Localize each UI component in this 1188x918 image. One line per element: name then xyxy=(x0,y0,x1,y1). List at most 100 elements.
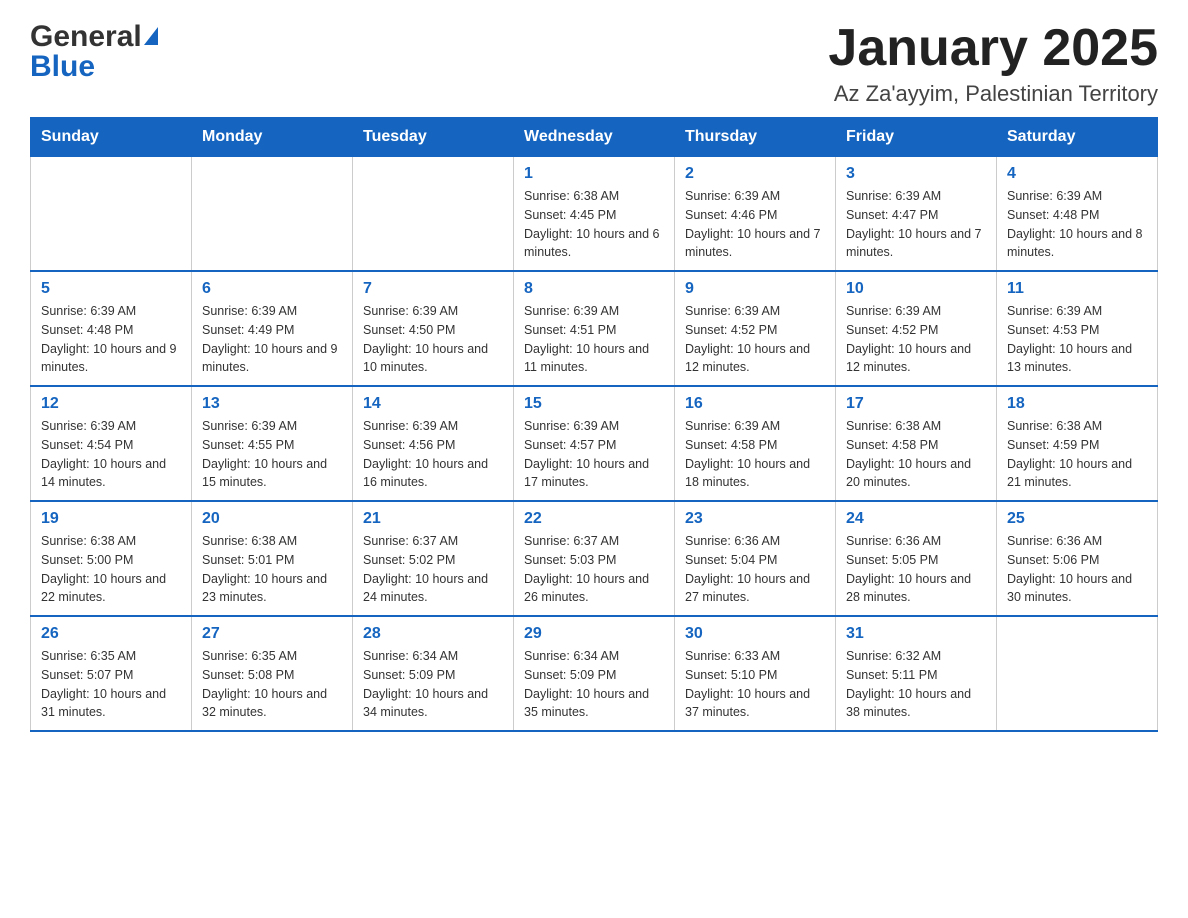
calendar-table: SundayMondayTuesdayWednesdayThursdayFrid… xyxy=(30,117,1158,732)
day-number: 13 xyxy=(202,395,342,413)
calendar-cell: 26 Sunrise: 6:35 AMSunset: 5:07 PMDayligh… xyxy=(31,616,192,731)
calendar-cell: 16Sunrise: 6:39 AMSunset: 4:58 PMDayligh… xyxy=(675,386,836,501)
calendar-cell: 17Sunrise: 6:38 AMSunset: 4:58 PMDayligh… xyxy=(836,386,997,501)
day-info: Sunrise: 6:39 AMSunset: 4:54 PMDaylight:… xyxy=(41,417,181,492)
header-row: SundayMondayTuesdayWednesdayThursdayFrid… xyxy=(31,118,1158,157)
calendar-cell: 11 Sunrise: 6:39 AMSunset: 4:53 PMDayligh… xyxy=(997,271,1158,386)
day-info: Sunrise: 6:38 AMSunset: 4:45 PMDaylight:… xyxy=(524,187,664,262)
calendar-cell: 4 Sunrise: 6:39 AMSunset: 4:48 PMDaylight… xyxy=(997,157,1158,272)
day-number: 23 xyxy=(685,510,825,528)
calendar-cell: 29 Sunrise: 6:34 AMSunset: 5:09 PMDayligh… xyxy=(514,616,675,731)
day-info: Sunrise: 6:39 AMSunset: 4:52 PMDaylight:… xyxy=(846,302,986,377)
day-info: Sunrise: 6:38 AMSunset: 4:58 PMDaylight:… xyxy=(846,417,986,492)
week-row-2: 5 Sunrise: 6:39 AMSunset: 4:48 PMDaylight… xyxy=(31,271,1158,386)
day-info: Sunrise: 6:37 AMSunset: 5:03 PMDaylight:… xyxy=(524,532,664,607)
calendar-cell: 13 Sunrise: 6:39 AMSunset: 4:55 PMDayligh… xyxy=(192,386,353,501)
day-number: 25 xyxy=(1007,510,1147,528)
day-number: 10 xyxy=(846,280,986,298)
header-cell-sunday: Sunday xyxy=(31,118,192,157)
day-number: 12 xyxy=(41,395,181,413)
day-number: 7 xyxy=(363,280,503,298)
day-info: Sunrise: 6:32 AMSunset: 5:11 PMDaylight:… xyxy=(846,647,986,722)
day-info: Sunrise: 6:38 AMSunset: 4:59 PMDaylight:… xyxy=(1007,417,1147,492)
day-info: Sunrise: 6:39 AMSunset: 4:53 PMDaylight:… xyxy=(1007,302,1147,377)
day-number: 16 xyxy=(685,395,825,413)
calendar-cell: 22 Sunrise: 6:37 AMSunset: 5:03 PMDayligh… xyxy=(514,501,675,616)
calendar-cell: 10 Sunrise: 6:39 AMSunset: 4:52 PMDayligh… xyxy=(836,271,997,386)
calendar-cell: 6Sunrise: 6:39 AMSunset: 4:49 PMDaylight… xyxy=(192,271,353,386)
calendar-cell: 2 Sunrise: 6:39 AMSunset: 4:46 PMDaylight… xyxy=(675,157,836,272)
calendar-cell: 7 Sunrise: 6:39 AMSunset: 4:50 PMDaylight… xyxy=(353,271,514,386)
month-title: January 2025 xyxy=(828,20,1158,77)
day-info: Sunrise: 6:39 AMSunset: 4:56 PMDaylight:… xyxy=(363,417,503,492)
day-number: 31 xyxy=(846,625,986,643)
day-number: 9 xyxy=(685,280,825,298)
calendar-cell: 23 Sunrise: 6:36 AMSunset: 5:04 PMDayligh… xyxy=(675,501,836,616)
calendar-cell: 24 Sunrise: 6:36 AMSunset: 5:05 PMDayligh… xyxy=(836,501,997,616)
day-info: Sunrise: 6:39 AMSunset: 4:47 PMDaylight:… xyxy=(846,187,986,262)
calendar-cell: 9Sunrise: 6:39 AMSunset: 4:52 PMDaylight… xyxy=(675,271,836,386)
day-info: Sunrise: 6:39 AMSunset: 4:48 PMDaylight:… xyxy=(41,302,181,377)
week-row-5: 26 Sunrise: 6:35 AMSunset: 5:07 PMDayligh… xyxy=(31,616,1158,731)
location-text: Az Za'ayyim, Palestinian Territory xyxy=(828,81,1158,107)
calendar-cell: 5 Sunrise: 6:39 AMSunset: 4:48 PMDaylight… xyxy=(31,271,192,386)
day-number: 26 xyxy=(41,625,181,643)
day-info: Sunrise: 6:34 AMSunset: 5:09 PMDaylight:… xyxy=(363,647,503,722)
day-number: 20 xyxy=(202,510,342,528)
day-number: 4 xyxy=(1007,165,1147,183)
day-info: Sunrise: 6:39 AMSunset: 4:49 PMDaylight:… xyxy=(202,302,342,377)
day-number: 1 xyxy=(524,165,664,183)
day-number: 19 xyxy=(41,510,181,528)
day-number: 11 xyxy=(1007,280,1147,298)
day-number: 30 xyxy=(685,625,825,643)
day-number: 18 xyxy=(1007,395,1147,413)
logo-general-text: General xyxy=(30,20,142,54)
calendar-cell: 28Sunrise: 6:34 AMSunset: 5:09 PMDayligh… xyxy=(353,616,514,731)
day-info: Sunrise: 6:39 AMSunset: 4:46 PMDaylight:… xyxy=(685,187,825,262)
day-number: 14 xyxy=(363,395,503,413)
header-cell-friday: Friday xyxy=(836,118,997,157)
page-header: General Blue January 2025 Az Za'ayyim, P… xyxy=(30,20,1158,107)
calendar-cell: 25 Sunrise: 6:36 AMSunset: 5:06 PMDayligh… xyxy=(997,501,1158,616)
calendar-cell: 15 Sunrise: 6:39 AMSunset: 4:57 PMDayligh… xyxy=(514,386,675,501)
day-info: Sunrise: 6:39 AMSunset: 4:57 PMDaylight:… xyxy=(524,417,664,492)
day-info: Sunrise: 6:39 AMSunset: 4:50 PMDaylight:… xyxy=(363,302,503,377)
day-info: Sunrise: 6:36 AMSunset: 5:04 PMDaylight:… xyxy=(685,532,825,607)
header-cell-thursday: Thursday xyxy=(675,118,836,157)
calendar-body: 1 Sunrise: 6:38 AMSunset: 4:45 PMDaylight… xyxy=(31,157,1158,732)
day-info: Sunrise: 6:35 AMSunset: 5:07 PMDaylight:… xyxy=(41,647,181,722)
day-info: Sunrise: 6:39 AMSunset: 4:48 PMDaylight:… xyxy=(1007,187,1147,262)
day-number: 8 xyxy=(524,280,664,298)
day-number: 2 xyxy=(685,165,825,183)
calendar-cell xyxy=(997,616,1158,731)
day-number: 3 xyxy=(846,165,986,183)
calendar-header: SundayMondayTuesdayWednesdayThursdayFrid… xyxy=(31,118,1158,157)
day-number: 29 xyxy=(524,625,664,643)
day-number: 27 xyxy=(202,625,342,643)
calendar-cell: 20Sunrise: 6:38 AMSunset: 5:01 PMDayligh… xyxy=(192,501,353,616)
calendar-cell: 12 Sunrise: 6:39 AMSunset: 4:54 PMDayligh… xyxy=(31,386,192,501)
logo-arrow-icon xyxy=(144,27,158,45)
day-info: Sunrise: 6:39 AMSunset: 4:51 PMDaylight:… xyxy=(524,302,664,377)
calendar-cell: 14 Sunrise: 6:39 AMSunset: 4:56 PMDayligh… xyxy=(353,386,514,501)
day-info: Sunrise: 6:36 AMSunset: 5:05 PMDaylight:… xyxy=(846,532,986,607)
calendar-cell xyxy=(353,157,514,272)
calendar-cell: 3 Sunrise: 6:39 AMSunset: 4:47 PMDaylight… xyxy=(836,157,997,272)
week-row-1: 1 Sunrise: 6:38 AMSunset: 4:45 PMDaylight… xyxy=(31,157,1158,272)
day-number: 5 xyxy=(41,280,181,298)
calendar-cell xyxy=(192,157,353,272)
header-cell-saturday: Saturday xyxy=(997,118,1158,157)
day-info: Sunrise: 6:35 AMSunset: 5:08 PMDaylight:… xyxy=(202,647,342,722)
day-info: Sunrise: 6:39 AMSunset: 4:55 PMDaylight:… xyxy=(202,417,342,492)
day-number: 22 xyxy=(524,510,664,528)
logo-blue-text: Blue xyxy=(30,50,95,84)
week-row-4: 19Sunrise: 6:38 AMSunset: 5:00 PMDayligh… xyxy=(31,501,1158,616)
logo: General Blue xyxy=(30,20,158,84)
day-info: Sunrise: 6:34 AMSunset: 5:09 PMDaylight:… xyxy=(524,647,664,722)
calendar-cell: 18 Sunrise: 6:38 AMSunset: 4:59 PMDayligh… xyxy=(997,386,1158,501)
day-info: Sunrise: 6:36 AMSunset: 5:06 PMDaylight:… xyxy=(1007,532,1147,607)
week-row-3: 12 Sunrise: 6:39 AMSunset: 4:54 PMDayligh… xyxy=(31,386,1158,501)
day-number: 15 xyxy=(524,395,664,413)
day-number: 24 xyxy=(846,510,986,528)
calendar-cell xyxy=(31,157,192,272)
